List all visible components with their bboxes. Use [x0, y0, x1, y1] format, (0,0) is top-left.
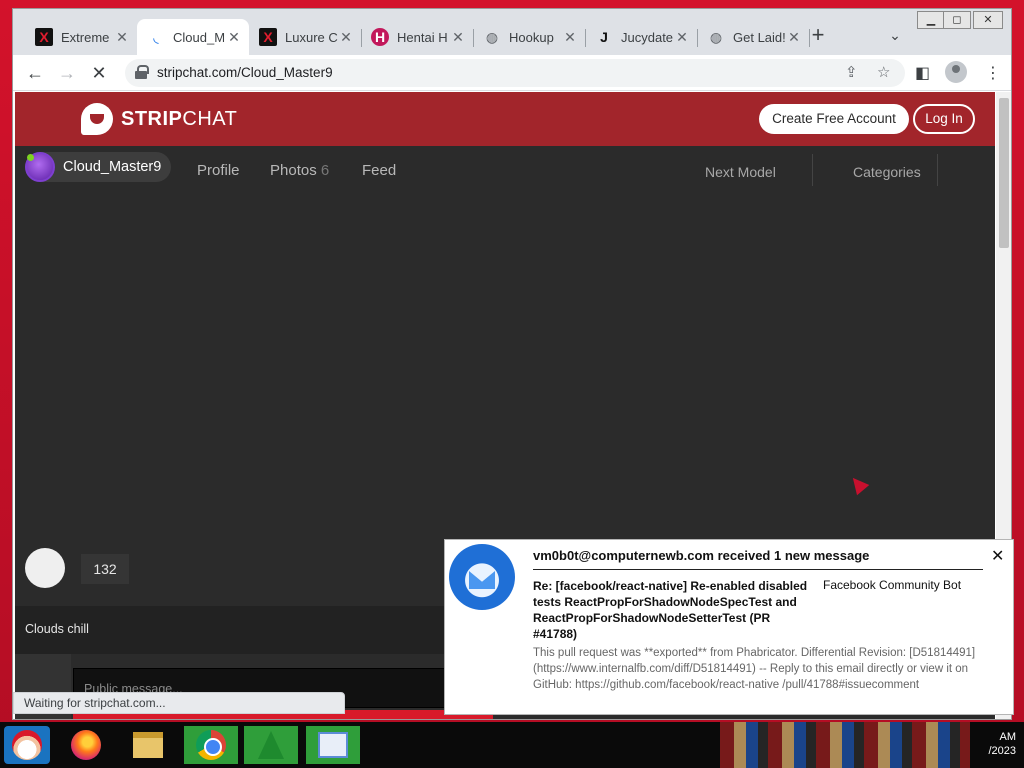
hentaihaven-icon: H — [371, 28, 389, 46]
minimize-button[interactable]: ▁ — [917, 11, 945, 29]
tab-hentai[interactable]: H Hentai H ✕ — [361, 19, 474, 55]
categories-button[interactable]: Categories — [853, 164, 921, 180]
tab-title: Hookup — [509, 29, 554, 45]
tab-title: Luxure C — [285, 29, 338, 45]
tab-get-laid[interactable]: ◍ Get Laid! ✕ — [697, 19, 810, 55]
tab-strip: X Extreme ✕ ◟ Cloud_M ✕ X Luxure C ✕ H H… — [13, 9, 1011, 55]
clock-time: AM — [999, 731, 1017, 743]
notification-title: vm0b0t@computernewb.com received 1 new m… — [533, 548, 870, 563]
picture-viewer-taskbar-button[interactable] — [306, 726, 360, 764]
model-name: Cloud_Master9 — [63, 159, 162, 175]
site-header: STRIPCHAT Create Free Account Log In — [15, 92, 995, 146]
folder-icon — [133, 732, 163, 758]
tab-title: Jucydate — [621, 29, 674, 45]
explorer-taskbar-button[interactable] — [128, 726, 168, 764]
next-model-button[interactable]: Next Model — [705, 164, 776, 180]
close-tab-icon[interactable]: ✕ — [227, 29, 241, 46]
tab-profile[interactable]: Profile — [197, 162, 240, 179]
browser-status-bar: Waiting for stripchat.com... — [13, 692, 345, 714]
close-tab-icon[interactable]: ✕ — [451, 29, 465, 46]
x-logo-icon: X — [35, 28, 53, 46]
logo-text: STRIPCHAT — [121, 107, 238, 130]
close-tab-icon[interactable]: ✕ — [563, 29, 577, 46]
url-text[interactable]: stripchat.com/Cloud_Master9 — [157, 65, 333, 80]
lock-icon[interactable] — [135, 65, 149, 79]
loading-spinner-icon: ◟ — [153, 28, 159, 45]
photos-count: 6 — [320, 162, 330, 179]
tab-title: Cloud_M — [173, 29, 226, 45]
maximize-button[interactable]: ◻ — [943, 11, 971, 29]
close-tab-icon[interactable]: ✕ — [115, 29, 129, 46]
tab-photos-label: Photos — [270, 162, 317, 179]
notification-divider — [533, 569, 983, 570]
side-panel-icon[interactable]: ◧ — [915, 63, 930, 83]
login-button[interactable]: Log In — [913, 104, 975, 134]
forward-button[interactable]: → — [55, 61, 79, 85]
menu-kebab-icon[interactable]: ⋮ — [985, 63, 1001, 83]
tab-title: Get Laid! — [733, 29, 786, 45]
viewer-count: 132 — [81, 554, 129, 584]
j-logo-icon: J — [600, 29, 608, 45]
bookmark-star-icon[interactable]: ☆ — [877, 63, 890, 81]
tab-hookup[interactable]: ◍ Hookup ✕ — [473, 19, 586, 55]
close-icon[interactable]: ✕ — [991, 546, 1004, 566]
x-logo-icon: X — [259, 28, 277, 46]
close-tab-icon[interactable]: ✕ — [675, 29, 689, 46]
share-icon[interactable]: ⇪ — [845, 63, 858, 81]
tab-cloud-master[interactable]: ◟ Cloud_M ✕ — [137, 19, 249, 55]
chrome-taskbar-button[interactable] — [184, 726, 238, 764]
thunderbird-logo-icon — [449, 544, 515, 610]
tab-title: Hentai H — [397, 29, 448, 45]
scrollbar-thumb[interactable] — [999, 98, 1009, 248]
back-button[interactable]: ← — [23, 61, 47, 85]
new-tab-button[interactable]: + — [807, 24, 829, 47]
start-button[interactable] — [4, 726, 50, 764]
thunderbird-notification[interactable]: vm0b0t@computernewb.com received 1 new m… — [444, 539, 1014, 715]
close-tab-icon[interactable]: ✕ — [787, 29, 801, 46]
model-profile-chip[interactable]: Cloud_Master9 — [25, 152, 172, 182]
christmas-tree-icon — [258, 731, 284, 759]
tab-luxure[interactable]: X Luxure C ✕ — [249, 19, 362, 55]
online-status-dot — [27, 154, 34, 161]
email-subject[interactable]: Re: [facebook/react-native] Re-enabled d… — [533, 578, 815, 642]
christmas-tree-taskbar-button[interactable] — [244, 726, 298, 764]
tab-search-chevron-icon[interactable]: ⌄ — [885, 27, 905, 47]
email-preview: This pull request was **exported** from … — [533, 647, 976, 691]
stop-loading-button[interactable]: ✕ — [87, 61, 111, 85]
tab-jucydate[interactable]: J Jucydate ✕ — [585, 19, 698, 55]
picture-icon — [318, 732, 348, 758]
browser-toolbar: ← → ✕ stripchat.com/Cloud_Master9 ⇪ ☆ ◧ … — [13, 55, 1011, 91]
email-sender: Facebook Community Bot — [823, 578, 962, 592]
system-clock[interactable]: AM /2023 — [966, 730, 1016, 758]
close-window-button[interactable]: ✕ — [973, 11, 1003, 29]
tab-feed[interactable]: Feed — [362, 162, 396, 179]
close-tab-icon[interactable]: ✕ — [339, 29, 353, 46]
room-subject: Clouds chill — [25, 622, 89, 636]
clock-date: /2023 — [988, 745, 1016, 757]
santa-start-icon — [12, 730, 42, 760]
chrome-icon — [196, 730, 226, 760]
tab-title: Extreme — [61, 29, 110, 45]
profile-avatar-icon[interactable] — [945, 61, 967, 83]
tip-bubble-button[interactable] — [25, 548, 65, 588]
globe-icon: ◍ — [709, 28, 723, 45]
address-bar[interactable]: stripchat.com/Cloud_Master9 ⇪ ☆ — [125, 59, 905, 87]
tab-extreme[interactable]: X Extreme ✕ — [25, 19, 138, 55]
firefox-icon — [71, 730, 101, 760]
firefox-taskbar-button[interactable] — [66, 726, 106, 764]
stripchat-logo-icon — [81, 103, 113, 135]
model-nav-bar: Cloud_Master9 Profile Photos 6 Feed Next… — [15, 146, 995, 194]
tab-photos[interactable]: Photos 6 — [270, 162, 329, 179]
taskbar: AM /2023 — [0, 722, 1024, 768]
create-free-account-button[interactable]: Create Free Account — [759, 104, 909, 134]
globe-icon: ◍ — [485, 28, 499, 45]
stripchat-logo[interactable]: STRIPCHAT — [81, 103, 237, 135]
tray-decoration — [720, 722, 970, 768]
